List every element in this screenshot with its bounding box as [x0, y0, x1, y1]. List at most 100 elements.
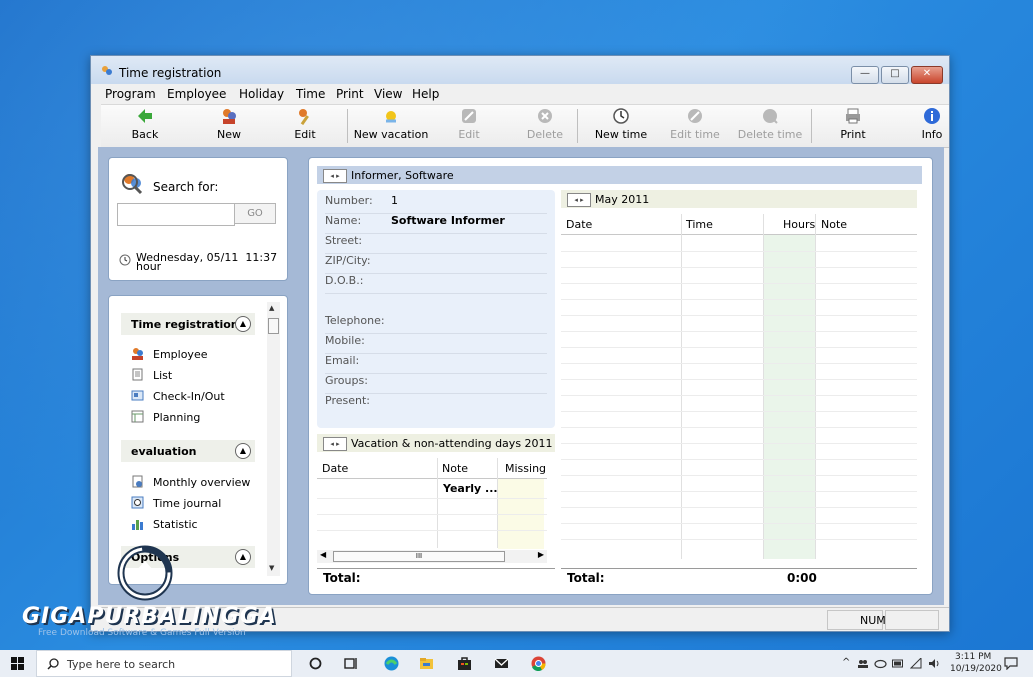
field-mobile: Mobile: [325, 334, 547, 354]
menu-help[interactable]: Help [412, 87, 439, 101]
scroll-up-icon[interactable]: ▲ [269, 304, 274, 312]
nav-item-time-journal[interactable]: Time journal [131, 496, 221, 510]
mail-icon[interactable] [493, 655, 510, 672]
nav-item-list[interactable]: List [131, 368, 172, 382]
menu-holiday[interactable]: Holiday [239, 87, 284, 101]
edit-vacation-button[interactable]: Edit [445, 107, 493, 145]
vacation-nav-arrows[interactable]: ◂ ▸ [323, 437, 347, 451]
col-date[interactable]: Date [566, 218, 592, 231]
store-icon[interactable] [456, 655, 473, 672]
vacation-hscrollbar[interactable]: ◀ III ▶ [317, 550, 547, 563]
cloud-icon[interactable] [874, 658, 887, 669]
new-button[interactable]: New [205, 107, 253, 145]
field-dob: D.O.B.: [325, 274, 547, 294]
header-nav-arrows[interactable]: ◂ ▸ [323, 169, 347, 183]
windows-start-icon[interactable] [11, 657, 24, 670]
print-button[interactable]: Print [829, 107, 877, 145]
field-telephone: Telephone: [325, 314, 547, 334]
task-view-icon[interactable] [342, 655, 359, 672]
delete-time-button[interactable]: Delete time [737, 107, 803, 145]
vacation-row[interactable]: Yearly ... [317, 480, 547, 498]
col-note[interactable]: Note [821, 218, 847, 231]
show-hidden-icons[interactable]: ^ [842, 657, 850, 668]
row-line [317, 514, 547, 515]
clock-time[interactable]: 3:11 PM [955, 652, 991, 662]
search-input[interactable] [117, 203, 235, 226]
print-icon [846, 108, 860, 124]
new-vacation-button[interactable]: New vacation [351, 107, 431, 145]
nav-item-employee[interactable]: Employee [131, 347, 207, 361]
nav-section-time-registration[interactable]: Time registration ▲ [121, 313, 255, 335]
name-value: Software Informer [391, 214, 505, 227]
month-row-line [561, 299, 917, 300]
nav-item-statistic[interactable]: Statistic [131, 517, 198, 531]
watermark-tagline: Free Download Software & Games Full Vers… [38, 628, 246, 638]
number-value: 1 [391, 194, 398, 207]
back-arrow-icon [138, 109, 152, 123]
nav-item-planning[interactable]: Planning [131, 410, 200, 424]
col-note[interactable]: Note [442, 462, 468, 475]
scroll-right-icon[interactable]: ▶ [538, 550, 544, 559]
nav-section-evaluation[interactable]: evaluation ▲ [121, 440, 255, 462]
battery-icon[interactable] [892, 659, 905, 668]
minimize-button[interactable]: — [851, 66, 879, 84]
volume-icon[interactable] [928, 658, 940, 669]
scroll-left-icon[interactable]: ◀ [320, 550, 326, 559]
field-street: Street: [325, 234, 547, 254]
file-explorer-icon[interactable] [418, 655, 435, 672]
month-header-title: May 2011 [595, 193, 650, 206]
watermark-brand: GIGAPURBALINGGA [22, 604, 277, 629]
taskbar-search-box[interactable]: Type here to search [36, 650, 292, 677]
menu-print[interactable]: Print [336, 87, 364, 101]
nav-item-label: Employee [153, 348, 208, 361]
month-total-label: Total: [567, 571, 605, 585]
close-button[interactable]: ✕ [911, 66, 943, 84]
detail-panel: ◂ ▸ Informer, Software Number: 1 Name: Sof… [308, 157, 933, 595]
employee-icon [132, 348, 143, 360]
title-bar[interactable]: Time registration — □ ✕ [91, 56, 949, 84]
month-nav-arrows[interactable]: ◂ ▸ [567, 193, 591, 207]
hscroll-thumb[interactable]: III [333, 551, 505, 562]
col-missing[interactable]: Missing [505, 462, 546, 475]
menu-view[interactable]: View [374, 87, 402, 101]
new-time-button[interactable]: New time [591, 107, 651, 145]
scroll-thumb[interactable] [268, 318, 279, 334]
collapse-icon[interactable]: ▲ [235, 316, 251, 332]
info-button[interactable]: Info [915, 107, 949, 145]
time-journal-icon [131, 496, 144, 509]
col-hours[interactable]: Hours [783, 218, 815, 231]
planning-icon [131, 410, 144, 423]
menu-time[interactable]: Time [296, 87, 325, 101]
edit-time-button[interactable]: Edit time [667, 107, 723, 145]
delete-vacation-button[interactable]: Delete [521, 107, 569, 145]
go-button[interactable]: GO [234, 203, 276, 224]
nav-scrollbar[interactable]: ▲ ▼ [267, 302, 280, 576]
cortana-icon[interactable] [307, 655, 324, 672]
edge-browser-icon[interactable] [383, 655, 400, 672]
month-header: ◂ ▸ May 2011 [561, 190, 917, 208]
col-date[interactable]: Date [322, 462, 348, 475]
print-label: Print [840, 128, 866, 141]
menu-employee[interactable]: Employee [167, 87, 226, 101]
employee-header: ◂ ▸ Informer, Software [317, 166, 922, 184]
back-button[interactable]: Back [121, 107, 169, 145]
clock-date[interactable]: 10/19/2020 [950, 664, 1002, 674]
col-time[interactable]: Time [686, 218, 713, 231]
wifi-icon[interactable] [910, 658, 922, 669]
nav-section-title: evaluation [131, 445, 197, 458]
vacation-table-header: Date Note Missing [317, 458, 547, 479]
nav-item-check-in-out[interactable]: Check-In/Out [131, 389, 225, 403]
menu-program[interactable]: Program [105, 87, 156, 101]
scroll-down-icon[interactable]: ▼ [269, 564, 274, 572]
maximize-button[interactable]: □ [881, 66, 909, 84]
collapse-icon[interactable]: ▲ [235, 549, 251, 565]
nav-section-title: Time registration [131, 318, 239, 331]
edit-button[interactable]: Edit [281, 107, 329, 145]
notifications-icon[interactable] [1004, 657, 1018, 670]
nav-item-monthly-overview[interactable]: Monthly overview [131, 475, 250, 489]
network-people-icon[interactable] [857, 659, 869, 669]
collapse-icon[interactable]: ▲ [235, 443, 251, 459]
chrome-icon[interactable] [530, 655, 547, 672]
month-table-header: Date Time Hours Note [561, 214, 917, 235]
delete-time-icon [763, 109, 778, 124]
